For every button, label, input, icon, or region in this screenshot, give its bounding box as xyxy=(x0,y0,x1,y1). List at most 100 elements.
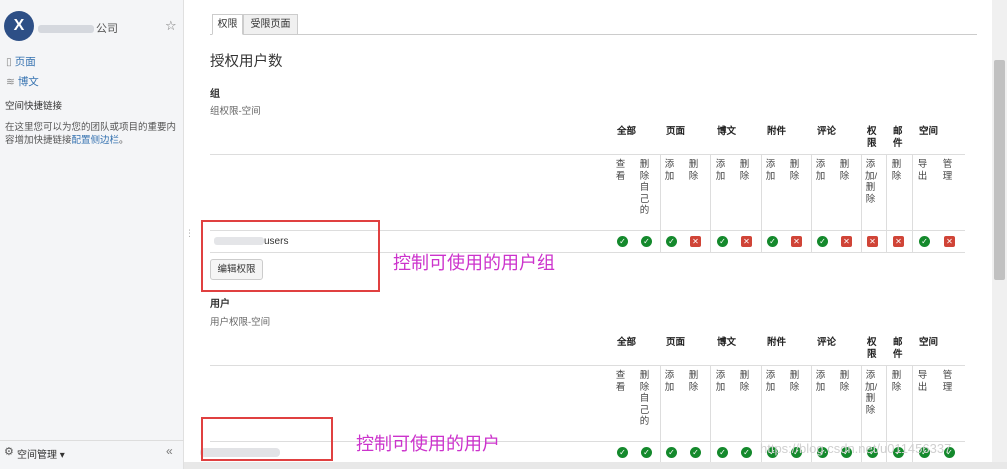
column-header: 评论 xyxy=(817,337,837,348)
permission-label: 删除 xyxy=(891,159,902,182)
bottom-bar xyxy=(184,462,1007,469)
permission-label: 删除 xyxy=(688,159,699,182)
column-header: 全部 xyxy=(617,126,637,137)
check-icon: ✓ xyxy=(717,447,728,458)
column-header: 全部 xyxy=(617,337,637,348)
star-icon[interactable]: ☆ xyxy=(165,18,177,34)
permission-label: 管理 xyxy=(942,370,953,393)
check-icon: ✓ xyxy=(817,236,828,247)
permission-label: 导出 xyxy=(917,159,928,182)
permission-label: 添加 xyxy=(715,370,726,393)
user-highlight-box xyxy=(201,417,333,461)
column-header: 邮件 xyxy=(893,126,903,149)
column-header: 权限 xyxy=(867,337,877,360)
cross-icon: ✕ xyxy=(791,236,802,247)
cross-icon: ✕ xyxy=(944,236,955,247)
column-divider xyxy=(886,154,887,252)
sidebar-drag-handle[interactable]: ⋮ xyxy=(185,228,194,239)
space-logo-icon[interactable]: X xyxy=(4,11,34,41)
permission-label: 添加/删除 xyxy=(865,159,878,205)
permission-label: 添加/删除 xyxy=(865,370,878,416)
column-header: 页面 xyxy=(666,337,686,348)
column-divider xyxy=(861,154,862,252)
permission-label: 删除 xyxy=(839,370,850,393)
column-divider xyxy=(660,365,661,463)
column-header: 附件 xyxy=(767,126,787,137)
divider xyxy=(210,154,965,155)
column-divider xyxy=(811,154,812,252)
tab-bar: 权限 受限页面 xyxy=(210,14,977,35)
space-name[interactable]: 公司 xyxy=(38,20,118,36)
sidebar-item-blog[interactable]: ≋ 博文 xyxy=(6,74,39,89)
watermark: https://blog.csdn.net/u011456337 xyxy=(760,441,952,456)
permission-label: 删除自己的 xyxy=(639,370,650,427)
column-divider xyxy=(761,154,762,252)
page-icon: ▯ xyxy=(6,56,12,68)
rss-icon: ≋ xyxy=(6,76,15,88)
column-divider xyxy=(660,154,661,252)
column-divider xyxy=(912,154,913,252)
check-icon: ✓ xyxy=(690,447,701,458)
check-icon: ✓ xyxy=(717,236,728,247)
permission-label: 删除 xyxy=(891,370,902,393)
permission-label: 查看 xyxy=(615,159,626,182)
group-subheading: 组权限-空间 xyxy=(210,106,261,117)
column-header: 附件 xyxy=(767,337,787,348)
check-icon: ✓ xyxy=(666,236,677,247)
permission-label: 添加 xyxy=(664,370,675,393)
check-icon: ✓ xyxy=(617,236,628,247)
permission-label: 删除自己的 xyxy=(639,159,650,216)
sidebar-footer: ⚙ 空间管理 ▾ « xyxy=(0,440,184,462)
column-header: 博文 xyxy=(717,337,737,348)
column-divider xyxy=(710,154,711,252)
permission-label: 删除 xyxy=(739,370,750,393)
permission-label: 添加 xyxy=(815,370,826,393)
column-header: 邮件 xyxy=(893,337,903,360)
column-header: 评论 xyxy=(817,126,837,137)
user-annotation: 控制可使用的用户 xyxy=(356,434,500,455)
configure-sidebar-link[interactable]: 配置侧边栏 xyxy=(72,135,120,146)
quicklinks-heading: 空间快捷链接 xyxy=(5,101,63,112)
permission-label: 删除 xyxy=(688,370,699,393)
cross-icon: ✕ xyxy=(841,236,852,247)
permission-label: 添加 xyxy=(715,159,726,182)
sidebar: X 公司 ☆ ▯ 页面 ≋ 博文 空间快捷链接 在这里您可以为您的团队或项目的重要内… xyxy=(0,0,184,469)
gear-icon[interactable]: ⚙ xyxy=(4,445,14,458)
user-heading: 用户 xyxy=(210,299,230,310)
scrollbar-thumb[interactable] xyxy=(994,60,1005,280)
user-subheading: 用户权限-空间 xyxy=(210,317,271,328)
permission-label: 删除 xyxy=(789,159,800,182)
check-icon: ✓ xyxy=(919,236,930,247)
tab-permissions[interactable]: 权限 xyxy=(212,14,243,35)
page-title: 授权用户数 xyxy=(210,54,283,70)
collapse-sidebar-icon[interactable]: « xyxy=(166,444,173,458)
group-highlight-box xyxy=(201,220,380,292)
cross-icon: ✕ xyxy=(867,236,878,247)
permission-label: 添加 xyxy=(815,159,826,182)
cross-icon: ✕ xyxy=(690,236,701,247)
check-icon: ✓ xyxy=(617,447,628,458)
group-heading: 组 xyxy=(210,89,220,100)
sidebar-item-pages[interactable]: ▯ 页面 xyxy=(6,54,36,69)
permission-label: 管理 xyxy=(942,159,953,182)
permission-label: 删除 xyxy=(839,159,850,182)
column-divider xyxy=(710,365,711,463)
permission-label: 导出 xyxy=(917,370,928,393)
permission-label: 删除 xyxy=(789,370,800,393)
column-header: 页面 xyxy=(666,126,686,137)
permission-label: 添加 xyxy=(765,370,776,393)
divider xyxy=(210,365,965,366)
permission-label: 删除 xyxy=(739,159,750,182)
column-header: 权限 xyxy=(867,126,877,149)
permission-label: 添加 xyxy=(765,159,776,182)
check-icon: ✓ xyxy=(666,447,677,458)
check-icon: ✓ xyxy=(641,236,652,247)
cross-icon: ✕ xyxy=(741,236,752,247)
column-header: 空间 xyxy=(919,126,939,137)
group-annotation: 控制可使用的用户组 xyxy=(393,253,555,274)
column-header: 博文 xyxy=(717,126,737,137)
quicklinks-desc: 在这里您可以为您的团队或项目的重要内容增加快捷链接配置侧边栏。 xyxy=(5,122,177,146)
space-tools-menu[interactable]: 空间管理 ▾ xyxy=(17,446,65,461)
tab-restricted-pages[interactable]: 受限页面 xyxy=(243,14,298,35)
permission-label: 添加 xyxy=(664,159,675,182)
